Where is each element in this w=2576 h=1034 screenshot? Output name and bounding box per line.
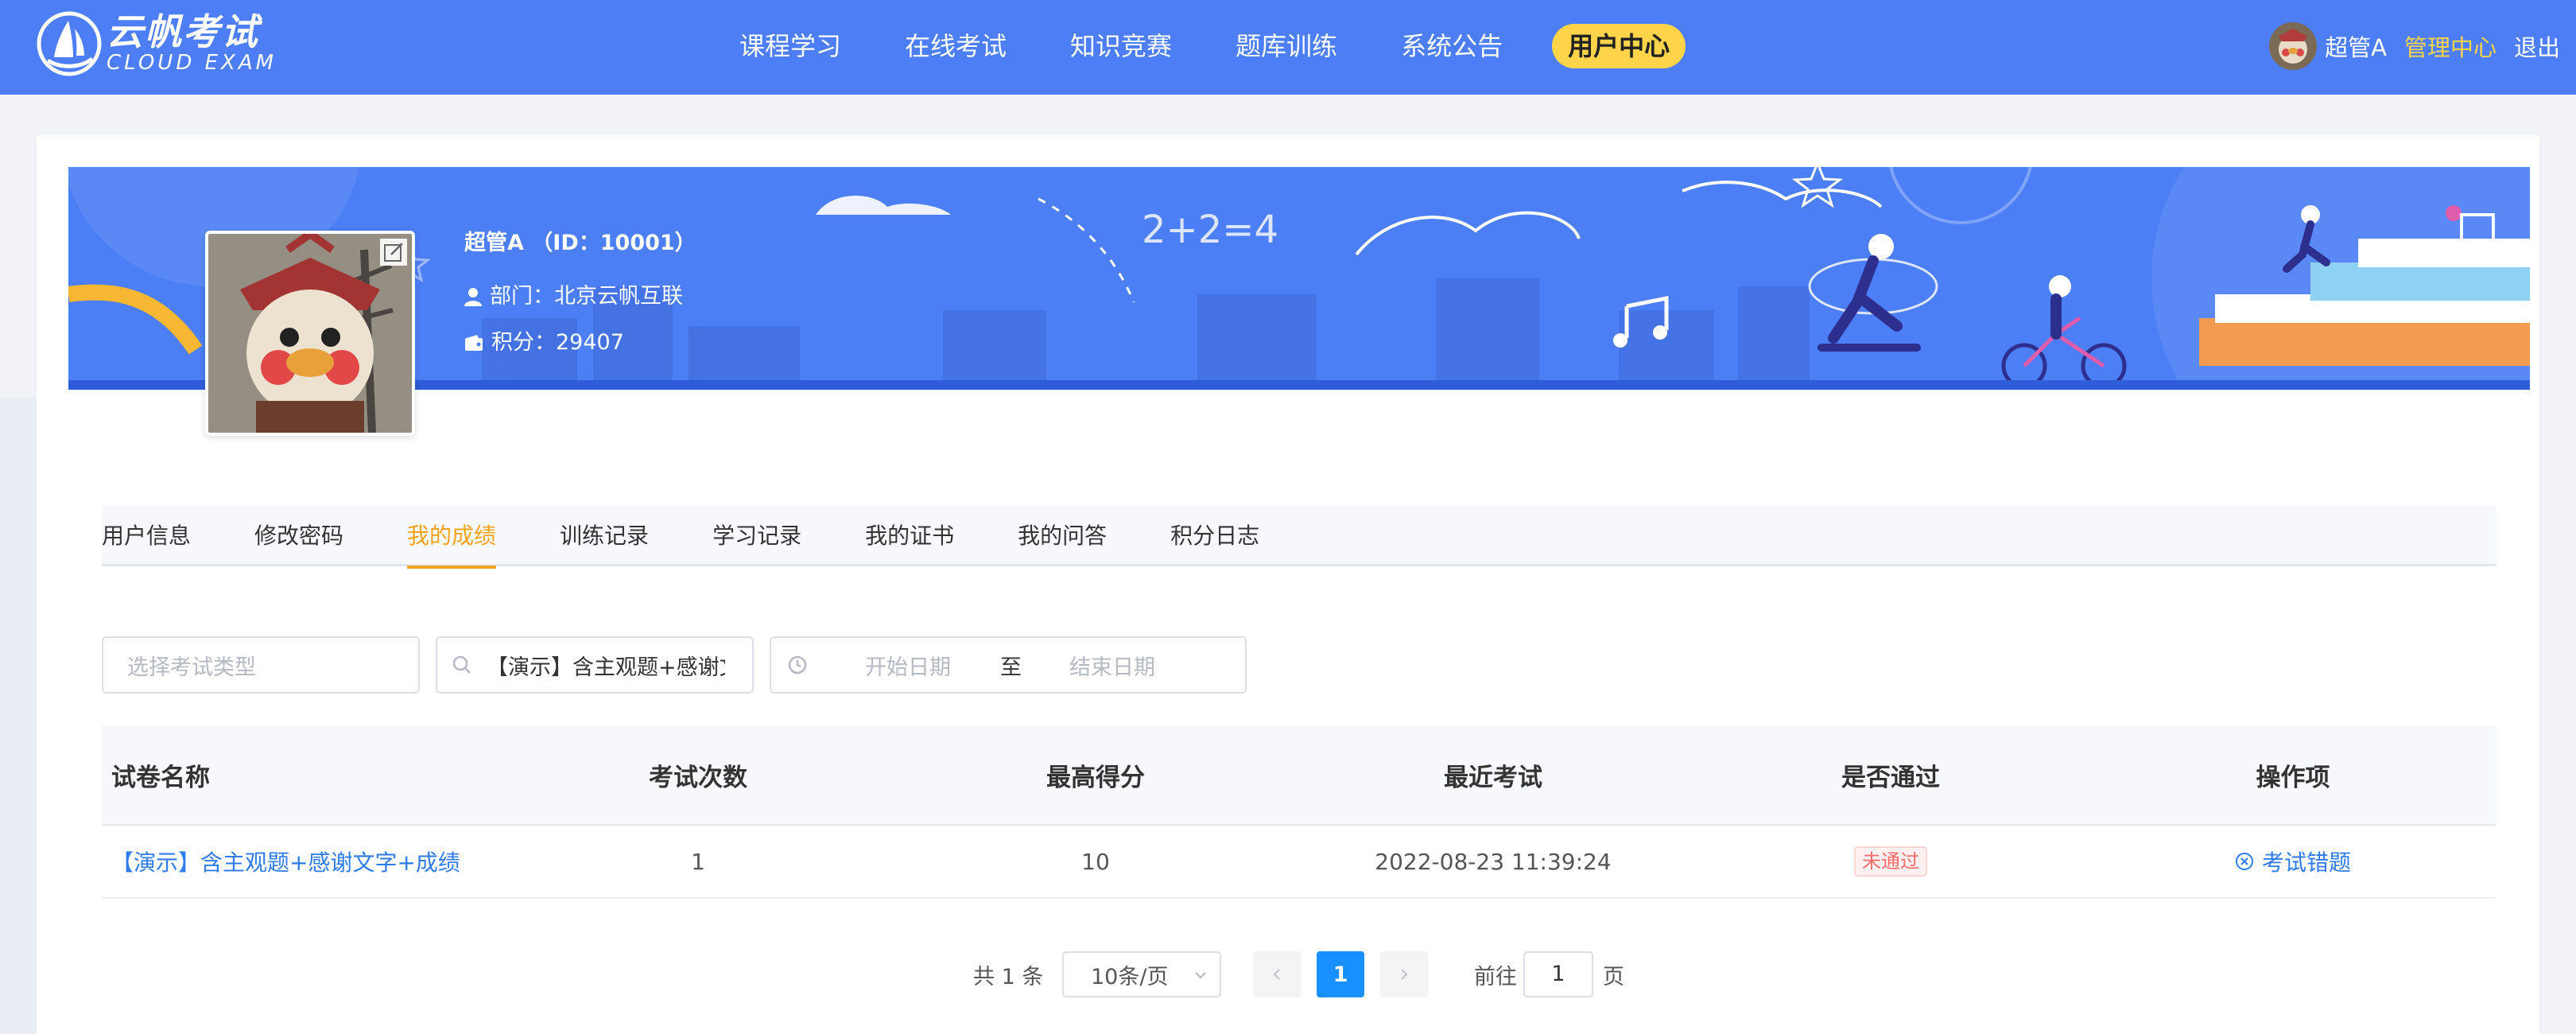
goto-unit: 页	[1603, 964, 1624, 989]
profile-name: 超管A （ID：10001）	[464, 231, 696, 255]
nav-question-bank[interactable]: 题库训练	[1221, 24, 1352, 68]
logout-link[interactable]: 退出	[2514, 29, 2560, 63]
sail-logo-icon	[37, 11, 102, 76]
profile-banner: 2+2=4	[68, 167, 2530, 390]
search-icon	[452, 655, 471, 674]
col-last-exam: 最近考试	[1444, 763, 1542, 792]
user-menu: 超管A 管理中心 退出	[2269, 22, 2560, 70]
user-avatar[interactable]	[2269, 22, 2318, 70]
tab-change-password[interactable]: 修改密码	[254, 506, 343, 566]
end-date-input[interactable]: 结束日期	[1069, 650, 1155, 681]
exam-search-input[interactable]: 【演示】含主观题+感谢文字+成绩	[436, 636, 754, 694]
next-page-button[interactable]	[1380, 951, 1428, 997]
prev-page-button[interactable]	[1253, 951, 1301, 997]
close-circle-icon	[2235, 853, 2253, 870]
user-icon	[464, 288, 482, 306]
col-actions: 操作项	[2256, 763, 2330, 792]
date-separator: 至	[1000, 655, 1022, 680]
nav-knowledge-contest[interactable]: 知识竞赛	[1056, 24, 1186, 68]
nav-user-center[interactable]: 用户中心	[1552, 24, 1686, 68]
page-background-strip	[0, 398, 37, 1034]
scores-table: 试卷名称 考试次数 最高得分 最近考试 是否通过 操作项 【演示】含主观题+感谢…	[102, 725, 2496, 899]
wrong-questions-button[interactable]: 考试错题	[2235, 845, 2351, 877]
pagination-total: 共 1 条	[973, 964, 1044, 989]
tab-my-certificates[interactable]: 我的证书	[865, 506, 954, 566]
wrong-questions-label: 考试错题	[2261, 849, 2351, 876]
goto-label: 前往	[1474, 964, 1517, 989]
last-exam-time: 2022-08-23 11:39:24	[1375, 848, 1612, 875]
page-size-select[interactable]: 10条/页	[1062, 951, 1221, 997]
goto-page-input[interactable]: 1	[1523, 951, 1593, 997]
exam-count: 1	[691, 848, 705, 875]
start-date-input[interactable]: 开始日期	[865, 650, 968, 681]
tab-training-records[interactable]: 训练记录	[560, 506, 649, 566]
tab-study-records[interactable]: 学习记录	[712, 506, 801, 566]
table-row: 【演示】含主观题+感谢文字+成绩 1 10 2022-08-23 11:39:2…	[102, 826, 2496, 899]
brand-name-en: CLOUD EXAM	[107, 51, 277, 75]
col-paper-name: 试卷名称	[111, 763, 210, 792]
date-range-picker[interactable]: 开始日期 至 结束日期	[770, 636, 1247, 694]
profile-department: 部门：北京云帆互联	[490, 284, 683, 309]
exam-search-value: 【演示】含主观题+感谢文字+成绩	[487, 655, 725, 680]
user-name[interactable]: 超管A	[2325, 29, 2387, 63]
status-badge: 未通过	[1854, 846, 1927, 877]
col-max-score: 最高得分	[1046, 763, 1145, 792]
admin-center-link[interactable]: 管理中心	[2404, 29, 2496, 63]
nav-online-exam[interactable]: 在线考试	[890, 24, 1021, 68]
tab-user-info[interactable]: 用户信息	[102, 506, 191, 566]
chevron-left-icon	[1273, 969, 1280, 980]
paper-name-link[interactable]: 【演示】含主观题+感谢文字+成绩	[111, 849, 460, 876]
user-center-card: 2+2=4 超管A （ID：10001） 部门：北京云帆互联 积分：29407 …	[37, 135, 2539, 1034]
exam-type-select[interactable]: 选择考试类型	[102, 636, 420, 694]
svg-text:2+2=4: 2+2=4	[1142, 208, 1278, 252]
col-passed: 是否通过	[1841, 763, 1940, 792]
brand-logo[interactable]: 云帆考试 CLOUD EXAM	[37, 11, 277, 76]
tab-my-scores[interactable]: 我的成绩	[407, 506, 497, 569]
brand-name-cn: 云帆考试	[107, 10, 259, 53]
wallet-icon	[465, 335, 483, 351]
page-number-button[interactable]: 1	[1317, 951, 1364, 997]
exam-type-placeholder: 选择考试类型	[127, 655, 256, 680]
nav-course-study[interactable]: 课程学习	[725, 24, 855, 68]
chevron-right-icon	[1401, 969, 1408, 980]
edit-avatar-icon[interactable]	[380, 239, 407, 266]
profile-points: 积分：29407	[491, 330, 624, 355]
banner-illustration: 2+2=4	[68, 167, 2530, 390]
tab-my-qa[interactable]: 我的问答	[1018, 506, 1107, 566]
main-nav: 课程学习 在线考试 知识竞赛 题库训练 系统公告 用户中心	[725, 24, 1721, 68]
profile-info: 超管A （ID：10001） 部门：北京云帆互联 积分：29407	[464, 227, 696, 366]
max-score: 10	[1081, 848, 1110, 875]
top-navbar: 云帆考试 CLOUD EXAM 课程学习 在线考试 知识竞赛 题库训练 系统公告…	[0, 0, 2576, 95]
user-center-tabs: 用户信息 修改密码 我的成绩 训练记录 学习记录 我的证书 我的问答 积分日志	[102, 506, 2496, 569]
page-size-value: 10条/页	[1091, 964, 1169, 989]
clock-icon	[788, 655, 807, 674]
tab-points-log[interactable]: 积分日志	[1170, 506, 1259, 566]
col-exam-count: 考试次数	[649, 763, 747, 792]
table-header: 试卷名称 考试次数 最高得分 最近考试 是否通过 操作项	[102, 725, 2496, 826]
profile-avatar[interactable]	[205, 231, 415, 436]
nav-announcements[interactable]: 系统公告	[1387, 24, 1517, 68]
chevron-down-icon	[1195, 972, 1206, 979]
